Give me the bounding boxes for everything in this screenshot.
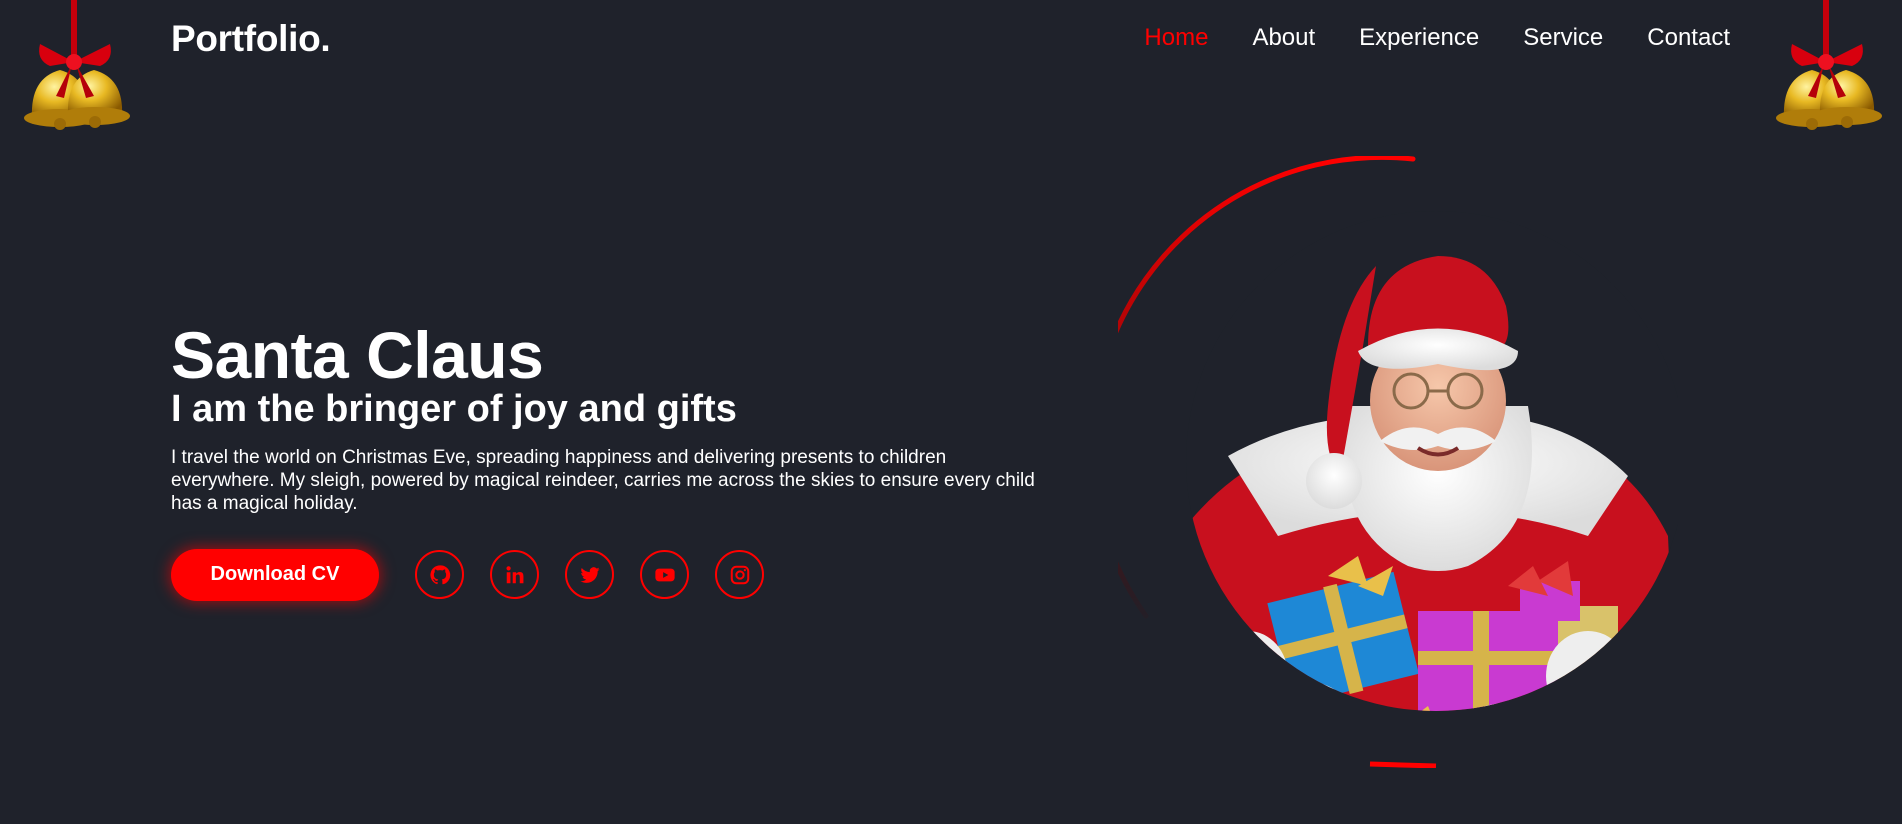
youtube-icon — [654, 568, 675, 582]
instagram-icon — [730, 565, 749, 585]
hero-section: Santa Claus I am the bringer of joy and … — [171, 322, 1051, 601]
linkedin-icon — [505, 566, 523, 584]
hero-actions: Download CV — [171, 548, 1051, 601]
christmas-bells-icon — [24, 0, 130, 130]
nav-about[interactable]: About — [1252, 24, 1315, 52]
linkedin-link[interactable] — [490, 550, 539, 600]
youtube-link[interactable] — [640, 550, 689, 600]
social-links — [415, 550, 764, 600]
hero-tagline: I am the bringer of joy and gifts — [171, 388, 737, 430]
github-icon — [429, 565, 450, 585]
twitter-link[interactable] — [565, 550, 614, 600]
nav-service[interactable]: Service — [1523, 24, 1603, 52]
main-nav: Home About Experience Service Contact — [1144, 24, 1730, 52]
christmas-bells-icon — [1776, 0, 1882, 130]
nav-home[interactable]: Home — [1144, 24, 1208, 52]
site-logo[interactable]: Portfolio. — [171, 18, 331, 60]
santa-portrait-image — [1118, 156, 1678, 768]
twitter-icon — [579, 567, 600, 583]
github-link[interactable] — [415, 550, 464, 600]
nav-experience[interactable]: Experience — [1359, 24, 1479, 52]
nav-contact[interactable]: Contact — [1647, 24, 1730, 52]
instagram-link[interactable] — [715, 550, 764, 600]
hero-description: I travel the world on Christmas Eve, spr… — [171, 446, 1035, 514]
page: Portfolio. Home About Experience Service… — [0, 0, 1902, 824]
hero-name: Santa Claus — [171, 318, 544, 392]
download-cv-button[interactable]: Download CV — [171, 548, 379, 601]
